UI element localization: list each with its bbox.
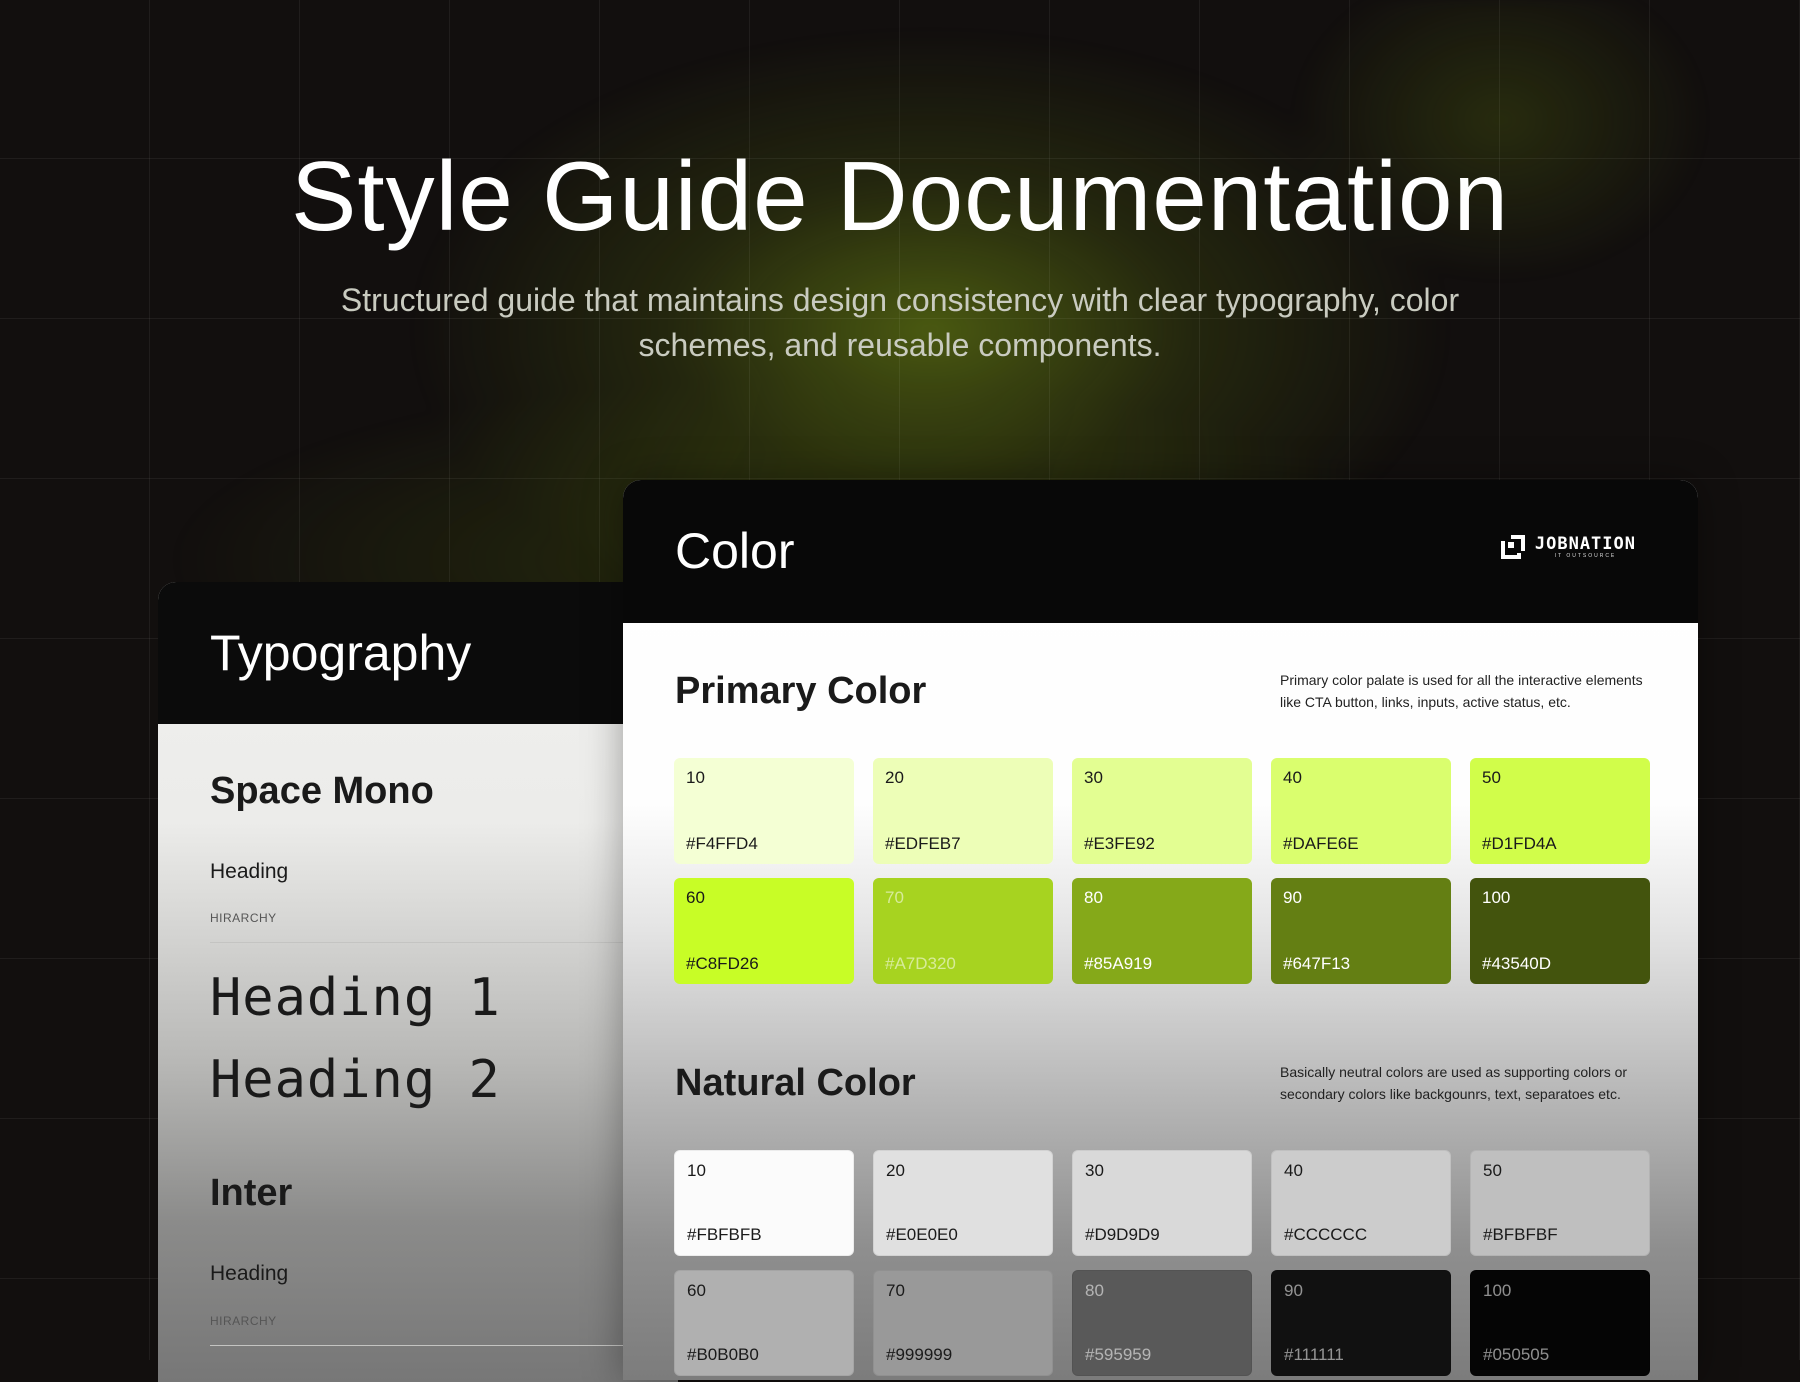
color-swatch-20: 20 #E0E0E0: [873, 1150, 1053, 1256]
swatch-hex: #85A919: [1084, 954, 1153, 973]
swatch-step: 10: [687, 1161, 706, 1180]
color-swatch-100: 100 #43540D: [1470, 878, 1650, 984]
separator: [210, 1345, 678, 1346]
swatch-step: 80: [1084, 888, 1103, 907]
swatch-step: 30: [1085, 1161, 1104, 1180]
color-swatch-60: 60 #B0B0B0: [674, 1270, 854, 1376]
hierarchy-label: HIRARCHY: [210, 911, 277, 925]
swatch-hex: #D9D9D9: [1085, 1225, 1160, 1244]
color-swatch-90: 90 #647F13: [1271, 878, 1451, 984]
page-subtitle: Structured guide that maintains design c…: [340, 282, 1460, 363]
color-title: Color: [675, 523, 795, 579]
typography-title: Typography: [210, 625, 472, 681]
hierarchy-label: HIRARCHY: [210, 1314, 277, 1328]
separator: [210, 942, 678, 943]
swatch-hex: #B0B0B0: [687, 1345, 759, 1364]
swatch-hex: #111111: [1284, 1345, 1344, 1364]
natural-swatch-row: 60 #B0B0B0 70 #999999 80 #595959 90 #111111 100 #…: [674, 1270, 1650, 1376]
font-sub-label: Heading: [210, 1262, 289, 1285]
color-swatch-80: 80 #595959: [1072, 1270, 1252, 1376]
swatch-hex: #A7D320: [885, 954, 956, 973]
logo-name: JOBNATION: [1534, 533, 1636, 554]
swatch-step: 60: [687, 1281, 706, 1300]
swatch-hex: #595959: [1085, 1345, 1152, 1364]
typography-card: Typography Space Mono Heading HIRARCHY H…: [158, 582, 678, 1382]
color-swatch-100: 100 #050505: [1470, 1270, 1650, 1376]
color-swatch-90: 90 #111111: [1271, 1270, 1451, 1376]
swatch-step: 80: [1085, 1281, 1104, 1300]
swatch-step: 70: [885, 888, 904, 907]
swatch-step: 70: [886, 1281, 905, 1300]
natural-color-description: Basically neutral colors are used as sup…: [1280, 1064, 1628, 1102]
swatch-step: 30: [1084, 768, 1103, 787]
color-swatch-30: 30 #D9D9D9: [1072, 1150, 1252, 1256]
color-swatch-30: 30 #E3FE92: [1072, 758, 1252, 864]
logo-tagline: IT OUTSOURCE: [1554, 552, 1617, 559]
primary-swatch-row: 60 #C8FD26 70 #A7D320 80 #85A919 90 #647F13 100 #…: [674, 878, 1650, 984]
color-swatch-20: 20 #EDFEB7: [873, 758, 1053, 864]
swatch-hex: #43540D: [1482, 954, 1552, 973]
jobnation-logo-icon: [1500, 535, 1525, 559]
font-name-space-mono: Space Mono: [210, 770, 434, 812]
swatch-hex: #C8FD26: [686, 954, 759, 973]
color-card: Color JOBNATION IT OUTSOURCE Primary Col…: [623, 480, 1698, 1380]
swatch-step: 100: [1483, 1281, 1512, 1300]
swatch-hex: #999999: [886, 1345, 953, 1364]
swatch-hex: #E3FE92: [1084, 834, 1155, 853]
heading-1-sample: Heading 1: [210, 968, 501, 1028]
heading-2-sample: Heading 2: [210, 1050, 501, 1110]
natural-color-title: Natural Color: [675, 1062, 916, 1104]
primary-color-title: Primary Color: [675, 670, 927, 712]
color-swatch-80: 80 #85A919: [1072, 878, 1252, 984]
jobnation-logo: JOBNATION IT OUTSOURCE: [1499, 533, 1636, 561]
swatch-step: 50: [1482, 768, 1501, 787]
swatch-hex: #EDFEB7: [885, 834, 961, 853]
swatch-step: 40: [1283, 768, 1302, 787]
color-swatch-40: 40 #CCCCCC: [1271, 1150, 1451, 1256]
natural-swatch-row: 10 #FBFBFB 20 #E0E0E0 30 #D9D9D9 40 #CCCCCC 50 #B…: [674, 1150, 1650, 1256]
color-swatch-70: 70 #999999: [873, 1270, 1053, 1376]
page-title: Style Guide Documentation: [291, 141, 1509, 251]
swatch-step: 20: [885, 768, 904, 787]
swatch-hex: #D1FD4A: [1482, 834, 1557, 853]
color-card-header: Color JOBNATION IT OUTSOURCE: [623, 480, 1698, 623]
primary-swatch-row: 10 #F4FFD4 20 #EDFEB7 30 #E3FE92 40 #DAFE6E 50 #D…: [674, 758, 1650, 864]
swatch-step: 10: [686, 768, 705, 787]
primary-color-description: Primary color palate is used for all the…: [1280, 672, 1643, 710]
color-swatch-60: 60 #C8FD26: [674, 878, 854, 984]
font-sub-label: Heading: [210, 860, 289, 883]
swatch-step: 90: [1284, 1281, 1303, 1300]
swatch-hex: #DAFE6E: [1283, 834, 1359, 853]
swatch-hex: #CCCCCC: [1284, 1225, 1368, 1244]
color-swatch-50: 50 #D1FD4A: [1470, 758, 1650, 864]
swatch-step: 50: [1483, 1161, 1502, 1180]
swatch-step: 40: [1284, 1161, 1303, 1180]
swatch-step: 100: [1482, 888, 1511, 907]
color-swatch-70: 70 #A7D320: [873, 878, 1053, 984]
color-swatch-10: 10 #FBFBFB: [674, 1150, 854, 1256]
swatch-step: 90: [1283, 888, 1302, 907]
swatch-hex: #647F13: [1283, 954, 1351, 973]
swatch-hex: #FBFBFB: [687, 1225, 762, 1244]
swatch-hex: #F4FFD4: [686, 834, 758, 853]
typography-card-header: Typography: [158, 582, 678, 724]
font-name-inter: Inter: [210, 1172, 293, 1214]
swatch-hex: #BFBFBF: [1483, 1225, 1558, 1244]
color-swatch-40: 40 #DAFE6E: [1271, 758, 1451, 864]
color-swatch-10: 10 #F4FFD4: [674, 758, 854, 864]
swatch-step: 60: [686, 888, 705, 907]
swatch-hex: #E0E0E0: [886, 1225, 958, 1244]
swatch-step: 20: [886, 1161, 905, 1180]
color-swatch-50: 50 #BFBFBF: [1470, 1150, 1650, 1256]
swatch-hex: #050505: [1483, 1345, 1550, 1364]
